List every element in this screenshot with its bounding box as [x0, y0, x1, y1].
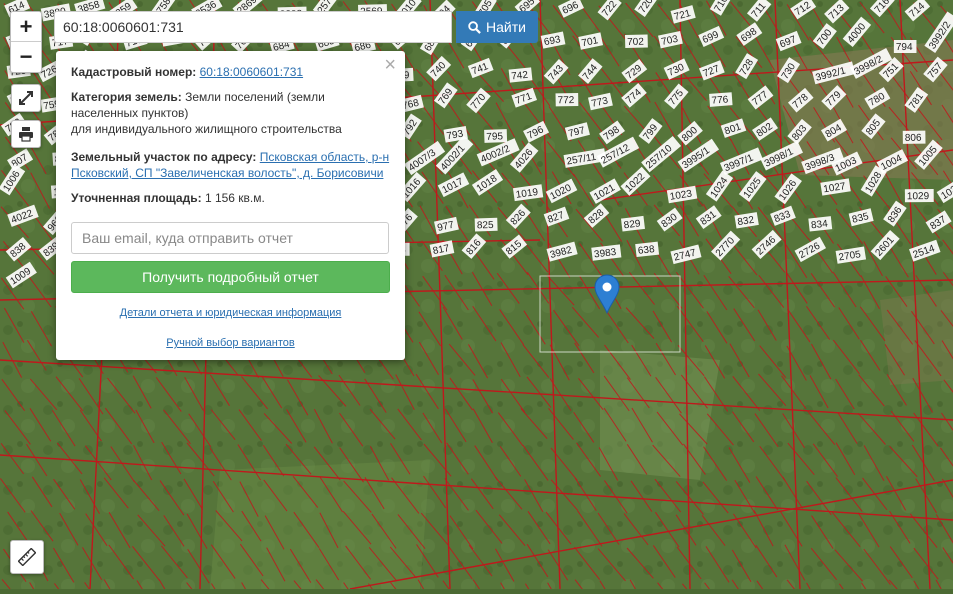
print-button[interactable] — [11, 120, 41, 148]
svg-text:776: 776 — [711, 94, 729, 106]
parcel-number-label: 772 — [555, 92, 579, 107]
category-value-line3: для индивидуального жилищного строительс… — [71, 122, 342, 136]
svg-text:834: 834 — [811, 219, 829, 232]
parcel-number-label: 834 — [808, 216, 833, 232]
details-link-row: Детали отчета и юридическая информация — [56, 307, 405, 319]
zoom-control: + − — [10, 11, 42, 73]
fullscreen-button[interactable] — [11, 84, 41, 112]
parcel-info-popup: × Кадастровый номер: 60:18:0060601:731 К… — [56, 51, 405, 360]
address-link-line2[interactable]: Псковский, СП "Завеличенская волость", д… — [71, 166, 383, 180]
svg-text:806: 806 — [905, 133, 922, 144]
ruler-button[interactable] — [10, 540, 44, 574]
svg-text:795: 795 — [486, 131, 503, 143]
area-row: Уточненная площадь: 1 156 кв.м. — [71, 190, 393, 206]
category-label: Категория земель: — [71, 90, 182, 104]
svg-text:742: 742 — [511, 70, 529, 83]
area-label: Уточненная площадь: — [71, 191, 202, 205]
address-link-line1[interactable]: Псковская область, р-н — [260, 150, 389, 164]
parcel-number-label: 638 — [635, 241, 660, 258]
svg-text:638: 638 — [637, 244, 655, 257]
svg-text:702: 702 — [627, 37, 644, 48]
area-value: 1 156 кв.м. — [204, 191, 265, 205]
parcel-number-label: 795 — [484, 129, 508, 143]
land-category-row: Категория земель: Земли поселений (земли… — [71, 89, 393, 137]
meadow-area — [210, 460, 430, 589]
svg-text:829: 829 — [623, 218, 641, 231]
parcel-number-label: 702 — [624, 34, 648, 49]
manual-selection-link[interactable]: Ручной выбор вариантов — [166, 337, 294, 349]
svg-text:772: 772 — [558, 95, 575, 106]
zoom-in-button[interactable]: + — [11, 12, 41, 42]
svg-text:794: 794 — [896, 42, 913, 53]
manual-link-row: Ручной выбор вариантов — [56, 337, 405, 349]
svg-text:825: 825 — [477, 220, 494, 232]
category-value-line2: населенных пунктов) — [71, 106, 189, 120]
search-button[interactable]: Найти — [456, 11, 538, 43]
svg-text:1029: 1029 — [907, 191, 930, 202]
cadastral-label: Кадастровый номер: — [71, 65, 197, 79]
email-input[interactable] — [71, 222, 389, 254]
parcel-number-label: 742 — [508, 67, 533, 83]
parcel-number-label: 829 — [620, 215, 645, 232]
parcel-number-label: 776 — [709, 92, 733, 107]
cadastral-number-link[interactable]: 60:18:0060601:731 — [200, 65, 303, 79]
parcel-number-label: 794 — [893, 40, 917, 54]
cadastral-number-row: Кадастровый номер: 60:18:0060601:731 — [71, 64, 393, 80]
parcel-number-label: 806 — [902, 130, 926, 144]
search-icon — [468, 20, 481, 34]
address-row: Земельный участок по адресу: Псковская о… — [71, 149, 393, 181]
search-input[interactable] — [54, 11, 452, 43]
ruler-icon — [18, 548, 36, 566]
report-details-link[interactable]: Детали отчета и юридическая информация — [120, 307, 342, 319]
get-report-button[interactable]: Получить подробный отчет — [71, 261, 390, 293]
category-value-line1: Земли поселений (земли — [185, 90, 325, 104]
address-label: Земельный участок по адресу: — [71, 150, 257, 164]
search-button-label: Найти — [486, 19, 526, 35]
zoom-out-button[interactable]: − — [11, 42, 41, 71]
printer-icon — [19, 127, 33, 142]
parcel-number-label: 825 — [474, 217, 498, 232]
expand-icon — [19, 91, 33, 105]
parcel-number-label: 1029 — [904, 189, 934, 203]
